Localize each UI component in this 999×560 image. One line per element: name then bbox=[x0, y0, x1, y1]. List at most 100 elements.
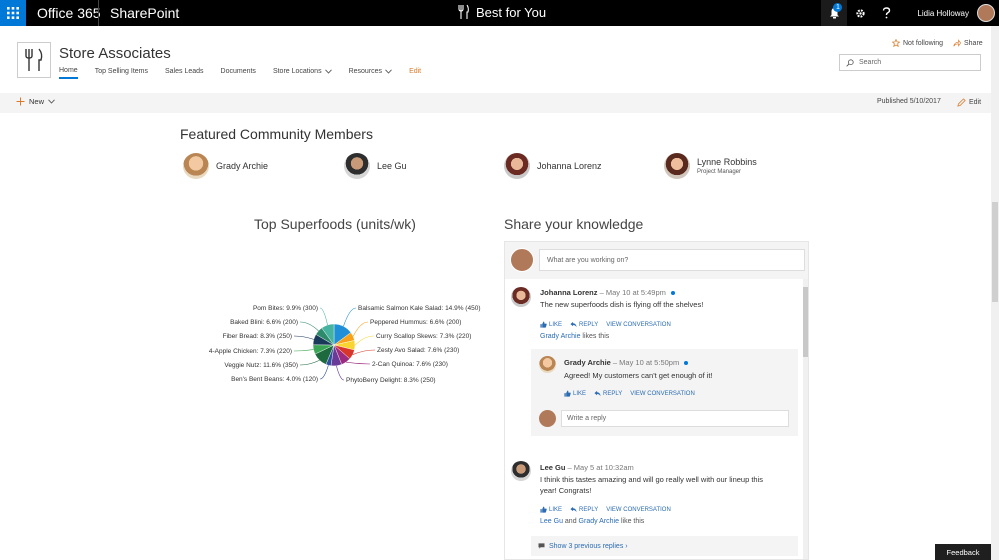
feedback-button[interactable]: Feedback bbox=[935, 544, 991, 560]
post-actions: LIKE REPLY VIEW CONVERSATION bbox=[540, 506, 671, 513]
user-avatar[interactable] bbox=[977, 4, 995, 22]
reply-input[interactable]: Write a reply bbox=[561, 410, 789, 427]
feed-scrollbar-thumb[interactable] bbox=[803, 287, 808, 357]
nav-documents[interactable]: Documents bbox=[221, 67, 256, 79]
slice-label: Ben's Bent Beans: 4.0% (120) bbox=[231, 376, 318, 383]
edit-label: Edit bbox=[969, 99, 982, 106]
avatar bbox=[504, 153, 530, 179]
view-conversation-link[interactable]: VIEW CONVERSATION bbox=[630, 390, 695, 397]
fork-knife-icon bbox=[25, 48, 43, 71]
like-button[interactable]: LIKE bbox=[564, 390, 586, 397]
suite-right-group: 1 Lidia Holloway bbox=[821, 0, 999, 26]
chevron-down-icon bbox=[48, 99, 55, 104]
slice-label: Pom Bites: 9.9% (300) bbox=[253, 305, 318, 312]
reply-thread: Grady Archie – May 10 at 5:50pm Agreed! … bbox=[531, 349, 798, 436]
office365-link[interactable]: Office 365 bbox=[37, 5, 101, 21]
nav-store-locations[interactable]: Store Locations bbox=[273, 67, 332, 79]
chevron-down-icon bbox=[324, 69, 332, 74]
nav-label: Store Locations bbox=[272, 68, 322, 75]
share-icon bbox=[953, 39, 961, 47]
slice-label: 2-Can Quinoa: 7.6% (230) bbox=[372, 361, 448, 368]
fork-knife-icon bbox=[458, 4, 469, 19]
nav-resources[interactable]: Resources bbox=[349, 67, 392, 79]
help-button[interactable] bbox=[873, 0, 899, 26]
nav-label: Resources bbox=[348, 68, 383, 75]
reply-author[interactable]: Grady Archie bbox=[564, 358, 611, 367]
member-card[interactable]: Lee Gu bbox=[344, 153, 407, 179]
post-actions: LIKE REPLY VIEW CONVERSATION bbox=[540, 321, 671, 328]
view-conversation-link[interactable]: VIEW CONVERSATION bbox=[606, 321, 671, 328]
post-header: Johanna Lorenz – May 10 at 5:49pm bbox=[540, 288, 675, 297]
share-label: Share bbox=[964, 39, 983, 47]
site-logo[interactable] bbox=[17, 42, 51, 78]
leader-line bbox=[352, 321, 369, 337]
app-launcher-button[interactable] bbox=[0, 0, 26, 26]
post-input[interactable]: What are you working on? bbox=[539, 249, 805, 271]
show-previous-replies-button[interactable]: Show 3 previous replies › bbox=[531, 536, 798, 556]
nav-edit-link[interactable]: Edit bbox=[409, 67, 421, 79]
search-box[interactable]: Search bbox=[839, 54, 981, 71]
notification-badge: 1 bbox=[833, 3, 843, 12]
member-name: Lee Gu bbox=[377, 161, 407, 171]
reply-button[interactable]: REPLY bbox=[570, 321, 598, 328]
site-title[interactable]: Store Associates bbox=[59, 45, 171, 62]
like-button[interactable]: LIKE bbox=[540, 321, 562, 328]
center-title: Best for You bbox=[476, 4, 547, 20]
page-scrollbar-thumb[interactable] bbox=[992, 202, 998, 302]
edit-page-button[interactable]: Edit bbox=[957, 98, 981, 107]
user-name[interactable]: Lidia Holloway bbox=[917, 9, 969, 18]
reply-label: REPLY bbox=[579, 321, 599, 328]
leader-line bbox=[293, 349, 314, 352]
nav-label: Documents bbox=[220, 68, 256, 75]
share-button[interactable]: Share bbox=[953, 39, 983, 47]
nav-label: Sales Leads bbox=[165, 68, 204, 75]
new-button[interactable]: New bbox=[16, 97, 55, 106]
reply-button[interactable]: REPLY bbox=[594, 390, 622, 397]
center-brand[interactable]: Best for You bbox=[458, 4, 546, 20]
avatar bbox=[664, 153, 690, 179]
nav-sales-leads[interactable]: Sales Leads bbox=[165, 67, 204, 79]
nav-label: Top Selling Items bbox=[94, 68, 148, 75]
show-more-label: Show 3 previous replies › bbox=[549, 542, 628, 550]
page-scrollbar[interactable] bbox=[991, 26, 999, 560]
leader-line bbox=[293, 335, 314, 340]
likes-suffix: like this bbox=[619, 518, 645, 525]
liker-link[interactable]: Grady Archie bbox=[540, 333, 580, 340]
leader-line bbox=[336, 365, 345, 381]
member-title: Project Manager bbox=[697, 169, 742, 175]
post-author[interactable]: Lee Gu bbox=[540, 463, 565, 472]
nav-label: Home bbox=[59, 67, 78, 74]
post-timestamp: – May 5 at 10:32am bbox=[565, 463, 634, 472]
member-card[interactable]: Johanna Lorenz bbox=[504, 153, 602, 179]
settings-button[interactable] bbox=[847, 0, 873, 26]
view-conversation-link[interactable]: VIEW CONVERSATION bbox=[606, 506, 671, 513]
sharepoint-link[interactable]: SharePoint bbox=[110, 5, 179, 21]
liker-link[interactable]: Grady Archie bbox=[579, 518, 619, 525]
feed-scrollbar[interactable] bbox=[803, 279, 808, 559]
reply-button[interactable]: REPLY bbox=[570, 506, 598, 513]
leader-line bbox=[354, 335, 375, 346]
member-card[interactable]: Grady Archie bbox=[183, 153, 268, 179]
thumbs-up-icon bbox=[540, 321, 547, 328]
follow-button[interactable]: Not following bbox=[892, 39, 943, 47]
slice-label: Baked Blini: 6.6% (200) bbox=[230, 319, 298, 326]
star-icon bbox=[892, 39, 900, 47]
thumbs-up-icon bbox=[564, 390, 571, 397]
reply-icon bbox=[570, 506, 577, 513]
notifications-button[interactable]: 1 bbox=[821, 0, 848, 26]
liker-link[interactable]: Lee Gu bbox=[540, 518, 563, 525]
post-timestamp: – May 10 at 5:49pm bbox=[597, 288, 666, 297]
follow-label: Not following bbox=[903, 39, 944, 47]
post-author[interactable]: Johanna Lorenz bbox=[540, 288, 598, 297]
nav-top-selling-items[interactable]: Top Selling Items bbox=[95, 67, 148, 79]
leader-line bbox=[343, 307, 357, 327]
unread-dot bbox=[684, 361, 689, 366]
slice-label: 4-Apple Chicken: 7.3% (220) bbox=[209, 348, 292, 355]
reply-icon bbox=[594, 390, 601, 397]
like-button[interactable]: LIKE bbox=[540, 506, 562, 513]
reply-label: REPLY bbox=[603, 390, 623, 397]
reply-icon bbox=[570, 321, 577, 328]
nav-home[interactable]: Home bbox=[59, 67, 78, 79]
member-card[interactable]: Lynne Robbins Project Manager bbox=[664, 153, 757, 179]
current-user-avatar bbox=[539, 410, 556, 427]
